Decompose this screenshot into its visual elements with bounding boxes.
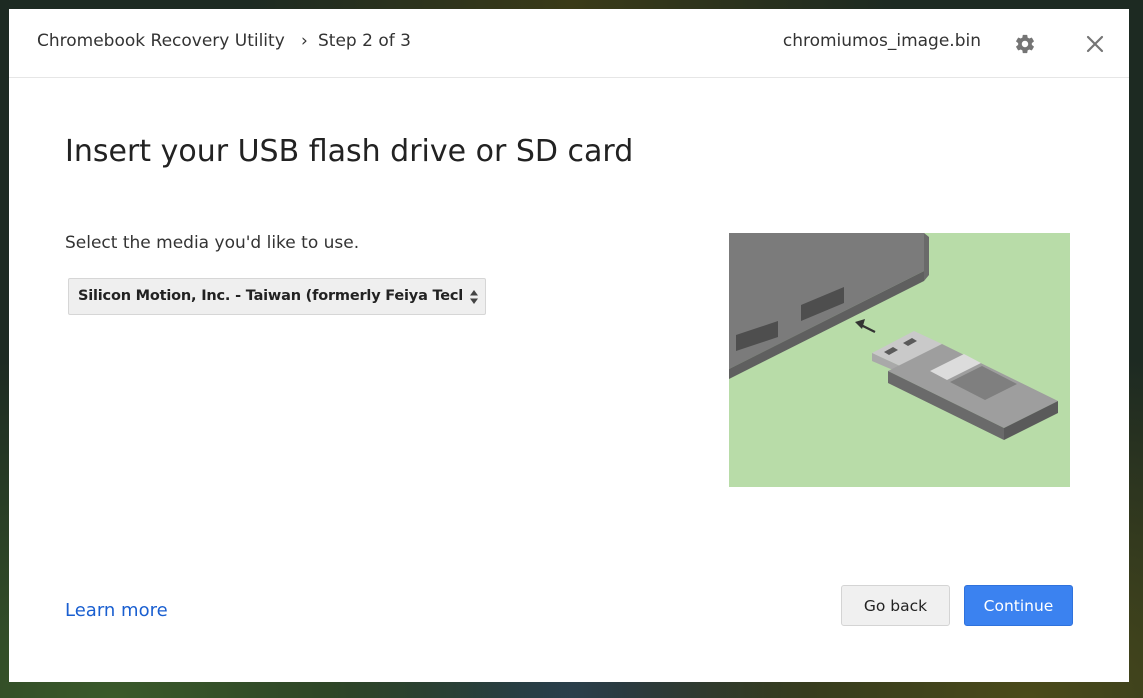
- image-file-name: chromiumos_image.bin: [782, 31, 981, 51]
- step-indicator: Step 2 of 3: [318, 31, 411, 51]
- recovery-dialog: Chromebook Recovery Utility › Step 2 of …: [9, 9, 1129, 682]
- app-title: Chromebook Recovery Utility: [37, 31, 285, 51]
- breadcrumb-separator: ›: [301, 31, 308, 51]
- continue-button[interactable]: Continue: [964, 585, 1073, 626]
- up-down-arrows-icon: [469, 289, 479, 305]
- media-prompt: Select the media you'd like to use.: [65, 233, 360, 253]
- usb-insert-illustration: [729, 233, 1070, 487]
- page-title: Insert your USB flash drive or SD card: [65, 134, 634, 169]
- go-back-button[interactable]: Go back: [841, 585, 950, 626]
- usb-illustration-svg: [729, 233, 1058, 440]
- media-select-value: Silicon Motion, Inc. - Taiwan (formerly …: [78, 288, 462, 304]
- learn-more-link[interactable]: Learn more: [65, 600, 168, 621]
- media-select[interactable]: Silicon Motion, Inc. - Taiwan (formerly …: [68, 278, 486, 315]
- title-bar: Chromebook Recovery Utility › Step 2 of …: [9, 9, 1129, 78]
- close-icon[interactable]: [1084, 33, 1106, 55]
- gear-icon[interactable]: [1014, 33, 1036, 55]
